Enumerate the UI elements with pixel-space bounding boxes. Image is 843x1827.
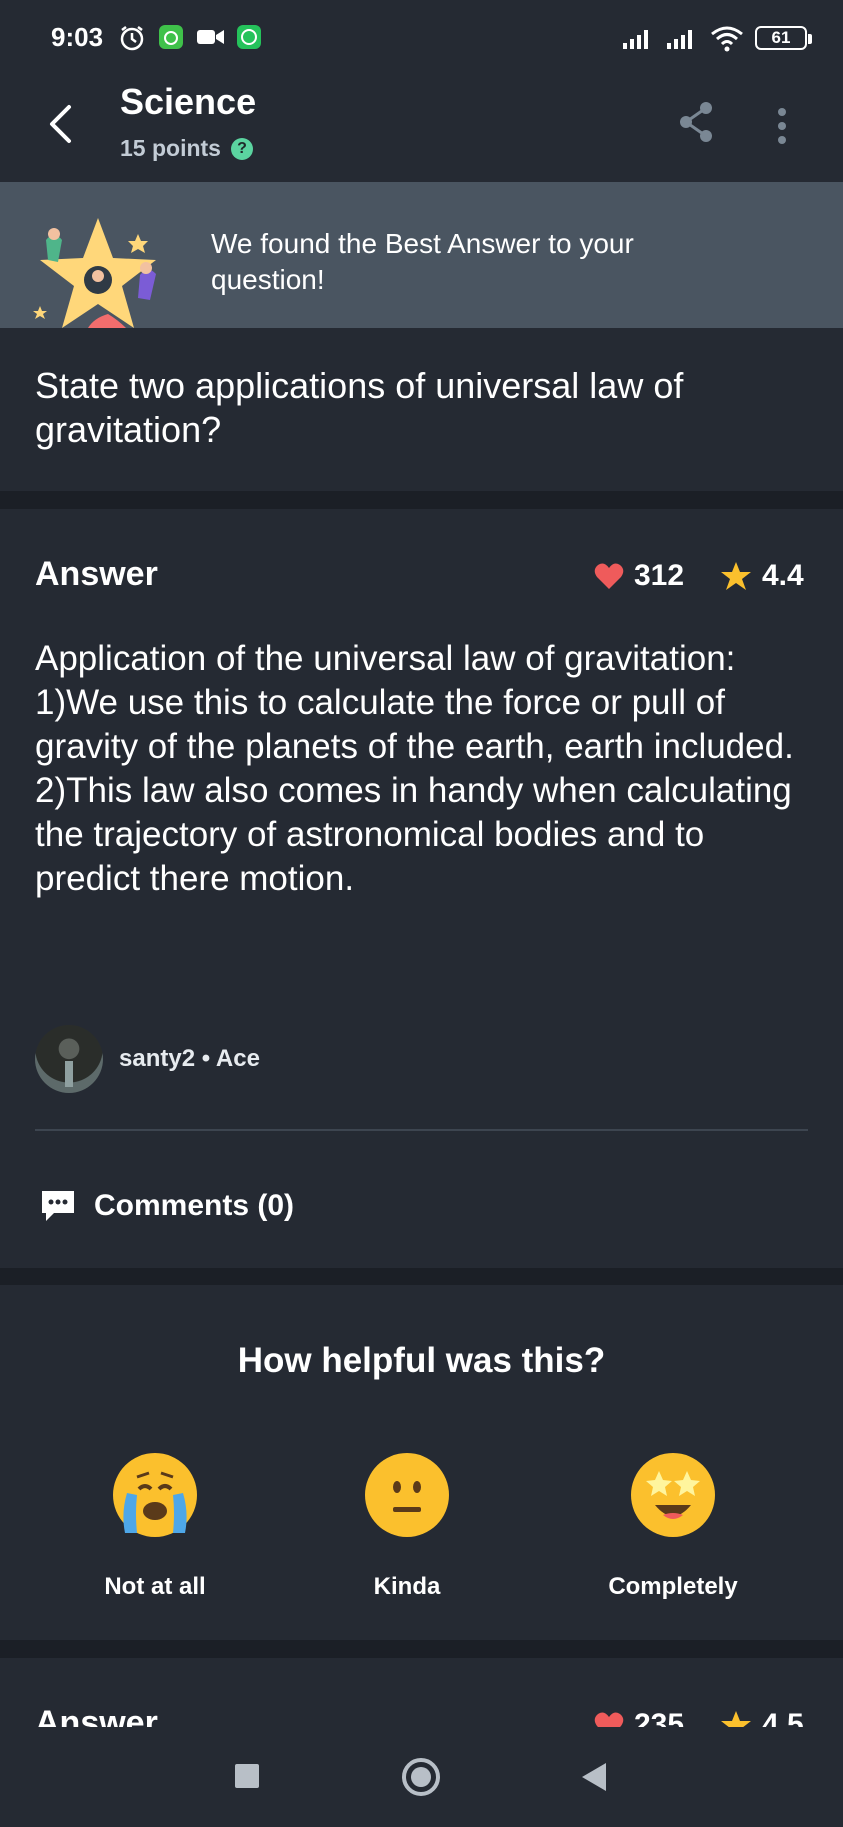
avatar[interactable] [35, 1025, 103, 1093]
author-info[interactable]: santy2 • Ace [35, 1025, 260, 1093]
back-button[interactable] [38, 100, 82, 148]
rating-kinda[interactable]: Kinda [307, 1453, 507, 1601]
rating-label: Kinda [373, 1573, 441, 1600]
menu-dot [778, 122, 786, 130]
wifi-icon [711, 26, 743, 52]
answer-body: Application of the universal law of grav… [35, 639, 794, 898]
share-button[interactable] [676, 100, 716, 148]
status-bar: 9:03 61 [0, 0, 843, 76]
battery-icon: 61 [755, 26, 812, 50]
likes-stat[interactable]: 312 [594, 559, 684, 593]
section-divider [0, 491, 843, 509]
best-answer-banner: We found the Best Answer to your questio… [0, 182, 843, 328]
points-label: 15 points ? [120, 135, 253, 162]
heart-icon [594, 563, 624, 589]
menu-dot [778, 136, 786, 144]
rating-stat: 4.5 [720, 1708, 804, 1728]
rating-not-at-all[interactable]: Not at all [55, 1453, 255, 1601]
back-arrow-icon [50, 105, 71, 143]
heart-icon [594, 1712, 624, 1728]
status-time: 9:03 [51, 22, 104, 52]
section-divider [0, 1268, 843, 1285]
signal-icon [623, 30, 648, 49]
more-vertical-icon[interactable] [770, 102, 794, 150]
points-text: 15 points [120, 135, 221, 161]
rating-label: Not at all [104, 1573, 206, 1600]
banner-text: We found the Best Answer to your questio… [211, 228, 634, 295]
app-icon [159, 25, 183, 49]
answer-card: Answer 312 4.4 Application of the univer… [0, 509, 843, 1268]
next-answer-card: Answer 235 4.5 [0, 1658, 843, 1728]
page-title: Science [120, 81, 257, 122]
star-icon [721, 1711, 751, 1728]
share-icon [680, 102, 712, 142]
comment-icon [42, 1191, 74, 1221]
star-illustration-icon [33, 218, 156, 328]
home-icon[interactable] [401, 1757, 441, 1797]
rating-label: Completely [608, 1573, 738, 1600]
question-text: State two applications of universal law … [0, 328, 843, 491]
help-icon[interactable]: ? [230, 137, 253, 160]
author-name[interactable]: santy2 • Ace [119, 1045, 260, 1073]
recents-icon[interactable] [234, 1763, 260, 1789]
rating-value: 4.4 [762, 559, 804, 592]
comments-label: Comments (0) [94, 1189, 295, 1222]
helpful-section: How helpful was this? Not at all Kinda C… [0, 1285, 843, 1640]
section-divider [0, 1640, 843, 1658]
helpful-title: How helpful was this? [237, 1341, 606, 1380]
app-header: Science 15 points ? [0, 76, 843, 182]
star-icon [721, 562, 751, 590]
whatsapp-icon [237, 25, 261, 49]
rating-completely[interactable]: Completely [573, 1453, 773, 1601]
back-nav-icon[interactable] [580, 1761, 608, 1793]
comments-button[interactable]: Comments (0) [40, 1189, 294, 1223]
crying-face-icon [113, 1453, 197, 1537]
video-icon [197, 30, 224, 44]
alarm-icon [120, 26, 144, 51]
likes-count: 312 [634, 559, 685, 592]
likes-stat[interactable]: 235 [594, 1708, 684, 1728]
signal-icon [667, 30, 692, 49]
divider [35, 1129, 808, 1131]
rating-stat: 4.4 [720, 559, 804, 593]
answer-heading: Answer [35, 555, 158, 593]
status-right: 61 [621, 24, 812, 52]
neutral-face-icon [365, 1453, 449, 1537]
menu-dot [778, 108, 786, 116]
answer-heading: Answer [35, 1704, 158, 1728]
star-struck-face-icon [631, 1453, 715, 1537]
navigation-bar [0, 1727, 843, 1827]
likes-count: 235 [634, 1708, 685, 1728]
rating-value: 4.5 [762, 1708, 804, 1728]
